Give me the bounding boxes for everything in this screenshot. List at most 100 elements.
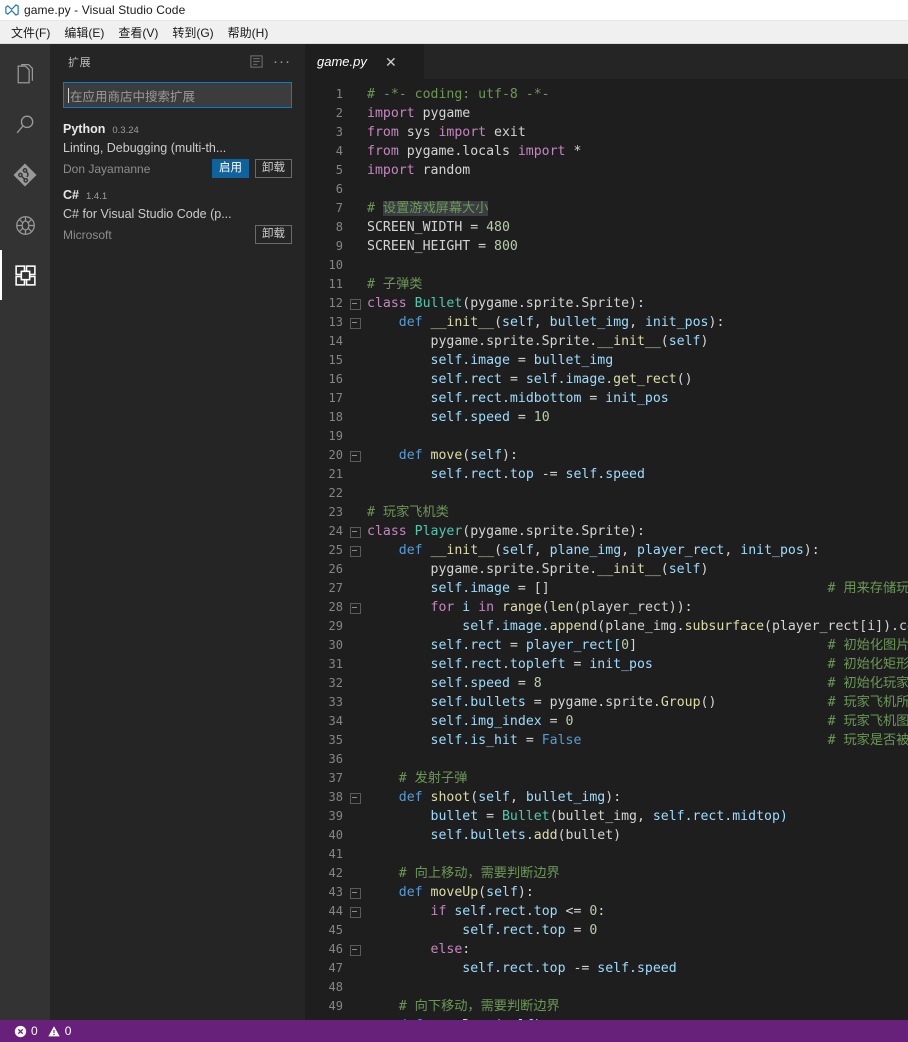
code-line[interactable]: 7# 设置游戏屏幕大小 (305, 199, 908, 218)
code-line[interactable]: 10 (305, 256, 908, 275)
code-line[interactable]: 3 from sys import exit (305, 123, 908, 142)
line-text: from sys import exit (363, 123, 908, 142)
code-line[interactable]: 50 def moveDown(self): (305, 1016, 908, 1020)
code-line[interactable]: 47 self.rect.top -= self.speed (305, 959, 908, 978)
close-icon[interactable]: ✕ (383, 54, 399, 70)
fold-toggle-icon[interactable] (347, 902, 363, 921)
code-line[interactable]: 13 def __init__(self, bullet_img, init_p… (305, 313, 908, 332)
code-line[interactable]: 1# -*- coding: utf-8 -*- (305, 85, 908, 104)
code-line[interactable]: 18 self.speed = 10 (305, 408, 908, 427)
code-line[interactable]: 9SCREEN_HEIGHT = 800 (305, 237, 908, 256)
activity-source-control-git-icon[interactable] (0, 150, 50, 200)
code-line[interactable]: 22 (305, 484, 908, 503)
line-text: self.bullets = pygame.sprite.Group() # 玩… (363, 693, 908, 712)
code-line[interactable]: 5import random (305, 161, 908, 180)
line-number: 26 (305, 560, 347, 579)
activity-extensions-icon[interactable] (0, 250, 50, 300)
code-line[interactable]: 28 for i in range(len(player_rect)): (305, 598, 908, 617)
code-line[interactable]: 45 self.rect.top = 0 (305, 921, 908, 940)
fold-gutter-spacer (347, 484, 363, 503)
fold-toggle-icon[interactable] (347, 313, 363, 332)
line-text (363, 427, 908, 446)
code-line[interactable]: 44 if self.rect.top <= 0: (305, 902, 908, 921)
line-number: 33 (305, 693, 347, 712)
menu-goto[interactable]: 转到(G) (165, 22, 220, 43)
search-placeholder: 在应用商店中搜索扩展 (70, 86, 195, 105)
uninstall-button[interactable]: 卸载 (255, 159, 292, 178)
line-number: 3 (305, 123, 347, 142)
trailing-comment: # 初始化玩家飞机速度， (828, 676, 908, 691)
code-line[interactable]: 11# 子弹类 (305, 275, 908, 294)
code-line[interactable]: 30 self.rect = player_rect[0] # 初始化图片所在的… (305, 636, 908, 655)
fold-gutter-spacer (347, 408, 363, 427)
code-line[interactable]: 33 self.bullets = pygame.sprite.Group() … (305, 693, 908, 712)
activity-search-icon[interactable] (0, 100, 50, 150)
fold-gutter-spacer (347, 617, 363, 636)
fold-toggle-icon[interactable] (347, 446, 363, 465)
code-line[interactable]: 25 def __init__(self, plane_img, player_… (305, 541, 908, 560)
code-line[interactable]: 12class Bullet(pygame.sprite.Sprite): (305, 294, 908, 313)
line-text: if self.rect.top <= 0: (363, 902, 908, 921)
code-line[interactable]: 15 self.image = bullet_img (305, 351, 908, 370)
code-line[interactable]: 17 self.rect.midbottom = init_pos (305, 389, 908, 408)
code-line[interactable]: 27 self.image = [] # 用来存储玩家飞机图片的 (305, 579, 908, 598)
code-line[interactable]: 23# 玩家飞机类 (305, 503, 908, 522)
code-line[interactable]: 6 (305, 180, 908, 199)
enable-button[interactable]: 启用 (212, 159, 249, 178)
code-line[interactable]: 31 self.rect.topleft = init_pos # 初始化矩形的… (305, 655, 908, 674)
clear-extensions-input-icon[interactable] (245, 51, 267, 73)
search-input[interactable]: 在应用商店中搜索扩展 (63, 82, 292, 108)
code-line[interactable]: 19 (305, 427, 908, 446)
code-line[interactable]: 48 (305, 978, 908, 997)
line-text: self.image = [] # 用来存储玩家飞机图片的 (363, 579, 908, 598)
activity-debug-bug-icon[interactable] (0, 200, 50, 250)
menu-file[interactable]: 文件(F) (4, 22, 57, 43)
code-line[interactable]: 16 self.rect = self.image.get_rect() (305, 370, 908, 389)
fold-toggle-icon[interactable] (347, 883, 363, 902)
code-line[interactable]: 2import pygame (305, 104, 908, 123)
code-line[interactable]: 37 # 发射子弹 (305, 769, 908, 788)
code-line[interactable]: 8SCREEN_WIDTH = 480 (305, 218, 908, 237)
fold-toggle-icon[interactable] (347, 541, 363, 560)
code-line[interactable]: 24class Player(pygame.sprite.Sprite): (305, 522, 908, 541)
fold-toggle-icon[interactable] (347, 294, 363, 313)
menu-view[interactable]: 查看(V) (111, 22, 165, 43)
code-line[interactable]: 38 def shoot(self, bullet_img): (305, 788, 908, 807)
status-problems[interactable]: 0 0 (8, 1020, 77, 1042)
code-line[interactable]: 36 (305, 750, 908, 769)
code-line[interactable]: 29 self.image.append(plane_img.subsurfac… (305, 617, 908, 636)
code-line[interactable]: 34 self.img_index = 0 # 玩家飞机图片索引 (305, 712, 908, 731)
fold-toggle-icon[interactable] (347, 940, 363, 959)
code-line[interactable]: 21 self.rect.top -= self.speed (305, 465, 908, 484)
fold-gutter-spacer (347, 503, 363, 522)
code-line[interactable]: 40 self.bullets.add(bullet) (305, 826, 908, 845)
code-line[interactable]: 14 pygame.sprite.Sprite.__init__(self) (305, 332, 908, 351)
uninstall-button[interactable]: 卸载 (255, 225, 292, 244)
list-item[interactable]: C# 1.4.1 C# for Visual Studio Code (p...… (50, 184, 305, 250)
list-item[interactable]: Python 0.3.24 Linting, Debugging (multi-… (50, 118, 305, 184)
menu-edit[interactable]: 编辑(E) (57, 22, 111, 43)
code-line[interactable]: 20 def move(self): (305, 446, 908, 465)
code-editor[interactable]: 1# -*- coding: utf-8 -*-2import pygame3f… (305, 79, 908, 1020)
line-number: 19 (305, 427, 347, 446)
code-line[interactable]: 46 else: (305, 940, 908, 959)
fold-toggle-icon[interactable] (347, 522, 363, 541)
fold-toggle-icon[interactable] (347, 1016, 363, 1020)
code-line[interactable]: 35 self.is_hit = False # 玩家是否被击中 (305, 731, 908, 750)
code-line[interactable]: 42 # 向上移动，需要判断边界 (305, 864, 908, 883)
menu-help[interactable]: 帮助(H) (221, 22, 276, 43)
code-line[interactable]: 39 bullet = Bullet(bullet_img, self.rect… (305, 807, 908, 826)
code-line[interactable]: 43 def moveUp(self): (305, 883, 908, 902)
tab-game-py[interactable]: game.py ✕ (305, 44, 425, 79)
fold-toggle-icon[interactable] (347, 598, 363, 617)
code-line[interactable]: 26 pygame.sprite.Sprite.__init__(self) (305, 560, 908, 579)
fold-toggle-icon[interactable] (347, 788, 363, 807)
activity-explorer-files-icon[interactable] (0, 50, 50, 100)
code-line[interactable]: 49 # 向下移动，需要判断边界 (305, 997, 908, 1016)
extension-name: Python (63, 122, 105, 137)
code-line[interactable]: 4from pygame.locals import * (305, 142, 908, 161)
line-text (363, 180, 908, 199)
code-line[interactable]: 41 (305, 845, 908, 864)
more-actions-icon[interactable]: ··· (271, 51, 293, 73)
code-line[interactable]: 32 self.speed = 8 # 初始化玩家飞机速度， (305, 674, 908, 693)
